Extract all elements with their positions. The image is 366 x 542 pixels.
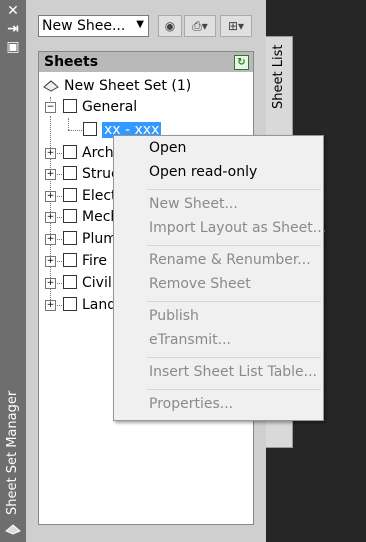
context-menu: Open Open read-only New Sheet... Import … (113, 135, 326, 421)
tree-item-subset[interactable]: Arch (63, 143, 114, 163)
menu-item-remove-sheet[interactable]: Remove Sheet (149, 276, 251, 292)
tree-header: Sheets ↻ (39, 52, 253, 72)
chevron-down-icon: ▼ (136, 19, 144, 30)
tree-item-subset[interactable]: Elect (63, 186, 117, 206)
menu-separator (147, 189, 321, 190)
subset-icon (63, 297, 77, 311)
close-icon[interactable]: ✕ (5, 3, 21, 19)
auto-hide-icon[interactable]: ⇥ (5, 21, 21, 37)
menu-item-import-layout[interactable]: Import Layout as Sheet... (149, 220, 326, 236)
properties-menu-icon[interactable]: ▣ (5, 39, 21, 55)
expand-icon[interactable]: + (45, 256, 56, 267)
sheet-icon (83, 122, 97, 136)
menu-separator (147, 301, 321, 302)
tree-item-subset[interactable]: Plum (63, 229, 117, 249)
tree-item-general[interactable]: General (63, 97, 137, 117)
menu-item-insert-sheet-list-table[interactable]: Insert Sheet List Table... (149, 364, 317, 380)
publish-icon[interactable]: ◉ (158, 15, 182, 37)
subset-icon (63, 99, 77, 113)
menu-item-properties[interactable]: Properties... (149, 396, 233, 412)
subset-icon (63, 253, 77, 267)
menu-separator (147, 245, 321, 246)
expand-icon[interactable]: + (45, 278, 56, 289)
menu-item-new-sheet[interactable]: New Sheet... (149, 196, 238, 212)
menu-item-publish[interactable]: Publish (149, 308, 199, 324)
sheet-selections-button[interactable]: ⊞▾ (220, 15, 252, 37)
refresh-icon[interactable]: ↻ (234, 55, 249, 70)
sheet-set-dropdown[interactable]: New Shee... ▼ (38, 15, 149, 37)
tree-item-subset[interactable]: Fire (63, 251, 107, 271)
tree-item-subset[interactable]: Struc (63, 164, 119, 184)
expand-icon[interactable]: + (45, 234, 56, 245)
expand-icon[interactable]: + (45, 212, 56, 223)
sheet-set-icon (5, 524, 21, 535)
subset-icon (63, 188, 77, 202)
subset-icon (63, 231, 77, 245)
subset-icon (63, 145, 77, 159)
collapse-icon[interactable]: − (45, 102, 56, 113)
menu-item-rename-renumber[interactable]: Rename & Renumber... (149, 252, 311, 268)
sheet-set-icon (43, 78, 59, 92)
menu-separator (147, 389, 321, 390)
menu-item-etransmit[interactable]: eTransmit... (149, 332, 231, 348)
expand-icon[interactable]: + (45, 148, 56, 159)
tree-item-subset[interactable]: Land (63, 295, 116, 315)
subset-icon (63, 275, 77, 289)
subset-icon (63, 166, 77, 180)
expand-icon[interactable]: + (45, 169, 56, 180)
expand-icon[interactable]: + (45, 300, 56, 311)
plot-dropdown-button[interactable]: ⎙▾ (184, 15, 216, 37)
palette-title-bar: ✕ ⇥ ▣ Sheet Set Manager (0, 0, 26, 542)
tree-item-subset[interactable]: Mech (63, 207, 119, 227)
tree-item-subset[interactable]: Civil (63, 273, 112, 293)
subset-icon (63, 209, 77, 223)
menu-item-open-read-only[interactable]: Open read-only (149, 164, 257, 180)
tree-item-sheet-set[interactable]: New Sheet Set (1) (43, 76, 191, 96)
menu-separator (147, 357, 321, 358)
menu-item-open[interactable]: Open (149, 140, 186, 156)
expand-icon[interactable]: + (45, 191, 56, 202)
dropdown-value: New Shee... (42, 18, 126, 34)
